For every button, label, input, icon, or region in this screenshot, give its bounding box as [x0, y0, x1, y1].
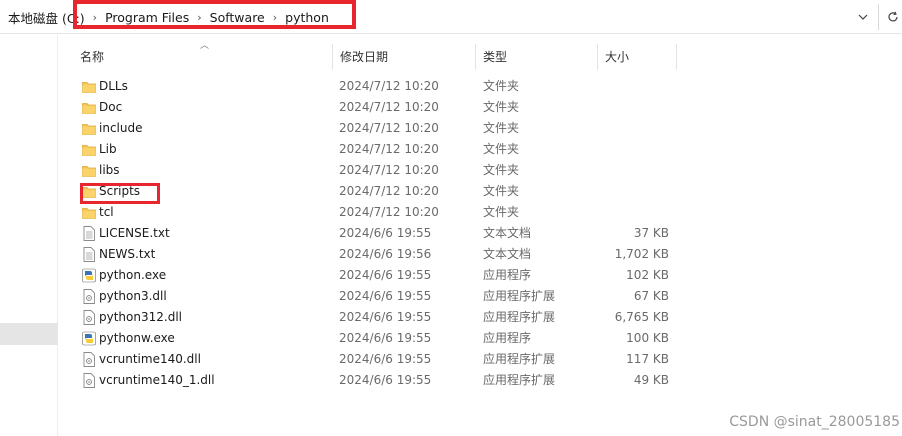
file-row[interactable]: libs 2024/7/12 10:20 文件夹 — [60, 160, 680, 181]
python-exe-icon — [82, 331, 96, 346]
column-divider[interactable] — [676, 44, 677, 70]
file-row[interactable]: python.exe 2024/6/6 19:55 应用程序 102 KB — [60, 265, 680, 286]
folder-icon — [82, 205, 96, 220]
file-row[interactable]: NEWS.txt 2024/6/6 19:56 文本文档 1,702 KB — [60, 244, 680, 265]
file-type: 应用程序扩展 — [483, 289, 556, 303]
file-name: python3.dll — [99, 289, 167, 303]
file-type: 文件夹 — [483, 163, 520, 177]
address-bar[interactable]: 本地磁盘 (C:) › Program Files › Software › p… — [0, 0, 902, 34]
file-date-modified: 2024/7/12 10:20 — [339, 142, 439, 156]
toolbar-divider — [878, 4, 879, 30]
file-date-modified: 2024/7/12 10:20 — [339, 205, 439, 219]
file-row[interactable]: LICENSE.txt 2024/6/6 19:55 文本文档 37 KB — [60, 223, 680, 244]
file-name: NEWS.txt — [99, 247, 156, 261]
column-header-size[interactable]: 大小 — [595, 44, 675, 70]
file-type: 文本文档 — [483, 247, 532, 261]
python-exe-icon — [82, 268, 96, 283]
file-name: python312.dll — [99, 310, 182, 324]
file-date-modified: 2024/6/6 19:55 — [339, 226, 432, 240]
column-header: ︿ 名称 修改日期 类型 大小 — [60, 41, 680, 70]
file-type: 应用程序 — [483, 331, 532, 345]
file-name: libs — [99, 163, 120, 177]
file-type: 文件夹 — [483, 205, 520, 219]
file-date-modified: 2024/6/6 19:55 — [339, 373, 432, 387]
watermark: CSDN @sinat_28005185 — [729, 414, 900, 430]
file-date-modified: 2024/7/12 10:20 — [339, 100, 439, 114]
folder-icon — [82, 100, 96, 115]
file-name: tcl — [99, 205, 114, 219]
file-type: 应用程序扩展 — [483, 373, 556, 387]
folder-icon — [82, 121, 96, 136]
file-size: 67 KB — [633, 289, 669, 303]
file-row[interactable]: Doc 2024/7/12 10:20 文件夹 — [60, 97, 680, 118]
file-date-modified: 2024/7/12 10:20 — [339, 163, 439, 177]
column-header-type[interactable]: 类型 — [473, 44, 597, 70]
dll-file-icon — [82, 373, 96, 388]
file-type: 应用程序 — [483, 268, 532, 282]
file-name: Lib — [99, 142, 117, 156]
file-date-modified: 2024/7/12 10:20 — [339, 79, 439, 93]
file-row[interactable]: Lib 2024/7/12 10:20 文件夹 — [60, 139, 680, 160]
file-date-modified: 2024/6/6 19:55 — [339, 331, 432, 345]
file-size: 37 KB — [633, 226, 669, 240]
file-name: python.exe — [99, 268, 167, 282]
refresh-icon[interactable] — [884, 6, 902, 28]
file-type: 文件夹 — [483, 121, 520, 135]
annotation-highlight-box — [80, 183, 160, 204]
file-name: pythonw.exe — [99, 331, 175, 345]
text-file-icon — [82, 226, 96, 241]
file-date-modified: 2024/6/6 19:55 — [339, 310, 432, 324]
file-date-modified: 2024/6/6 19:55 — [339, 352, 432, 366]
file-type: 文件夹 — [483, 100, 520, 114]
file-name: DLLs — [99, 79, 128, 93]
column-header-date[interactable]: 修改日期 — [330, 44, 475, 70]
file-row[interactable]: vcruntime140_1.dll 2024/6/6 19:55 应用程序扩展 49… — [60, 370, 680, 391]
dll-file-icon — [82, 310, 96, 325]
dll-file-icon — [82, 352, 96, 367]
file-size: 49 KB — [633, 373, 669, 387]
text-file-icon — [82, 247, 96, 262]
file-list: DLLs 2024/7/12 10:20 文件夹 Doc 2024/7/12 10:20… — [60, 76, 680, 391]
file-name: Doc — [99, 100, 123, 114]
file-row[interactable]: vcruntime140.dll 2024/6/6 19:55 应用程序扩展 117 … — [60, 349, 680, 370]
file-date-modified: 2024/6/6 19:55 — [339, 268, 432, 282]
breadcrumb-item-drive[interactable]: 本地磁盘 (C:) — [0, 8, 85, 27]
file-size: 100 KB — [626, 331, 669, 345]
file-name: vcruntime140_1.dll — [99, 373, 215, 387]
folder-icon — [82, 142, 96, 157]
file-size: 6,765 KB — [614, 310, 669, 324]
file-name: LICENSE.txt — [99, 226, 170, 240]
file-row[interactable]: pythonw.exe 2024/6/6 19:55 应用程序 100 KB — [60, 328, 680, 349]
file-type: 文本文档 — [483, 226, 532, 240]
file-name: include — [99, 121, 143, 135]
file-type: 应用程序扩展 — [483, 352, 556, 366]
file-date-modified: 2024/6/6 19:56 — [339, 247, 432, 261]
chevron-down-icon[interactable] — [850, 6, 876, 28]
file-date-modified: 2024/7/12 10:20 — [339, 184, 439, 198]
column-header-name[interactable]: 名称 — [70, 44, 332, 70]
file-size: 1,702 KB — [614, 247, 669, 261]
file-row[interactable]: python3.dll 2024/6/6 19:55 应用程序扩展 67 KB — [60, 286, 680, 307]
file-type: 应用程序扩展 — [483, 310, 556, 324]
file-row[interactable]: tcl 2024/7/12 10:20 文件夹 — [60, 202, 680, 223]
folder-icon — [82, 163, 96, 178]
navigation-pane[interactable] — [0, 35, 58, 436]
file-date-modified: 2024/7/12 10:20 — [339, 121, 439, 135]
file-size: 117 KB — [626, 352, 669, 366]
file-row[interactable]: python312.dll 2024/6/6 19:55 应用程序扩展 6,765 K… — [60, 307, 680, 328]
folder-icon — [82, 79, 96, 94]
file-type: 文件夹 — [483, 79, 520, 93]
file-row[interactable]: include 2024/7/12 10:20 文件夹 — [60, 118, 680, 139]
annotation-highlight-box — [73, 0, 356, 29]
file-size: 102 KB — [626, 268, 669, 282]
dll-file-icon — [82, 289, 96, 304]
file-type: 文件夹 — [483, 142, 520, 156]
navigation-selected-item[interactable] — [0, 323, 58, 345]
file-date-modified: 2024/6/6 19:55 — [339, 289, 432, 303]
file-name: vcruntime140.dll — [99, 352, 201, 366]
file-row[interactable]: DLLs 2024/7/12 10:20 文件夹 — [60, 76, 680, 97]
file-type: 文件夹 — [483, 184, 520, 198]
